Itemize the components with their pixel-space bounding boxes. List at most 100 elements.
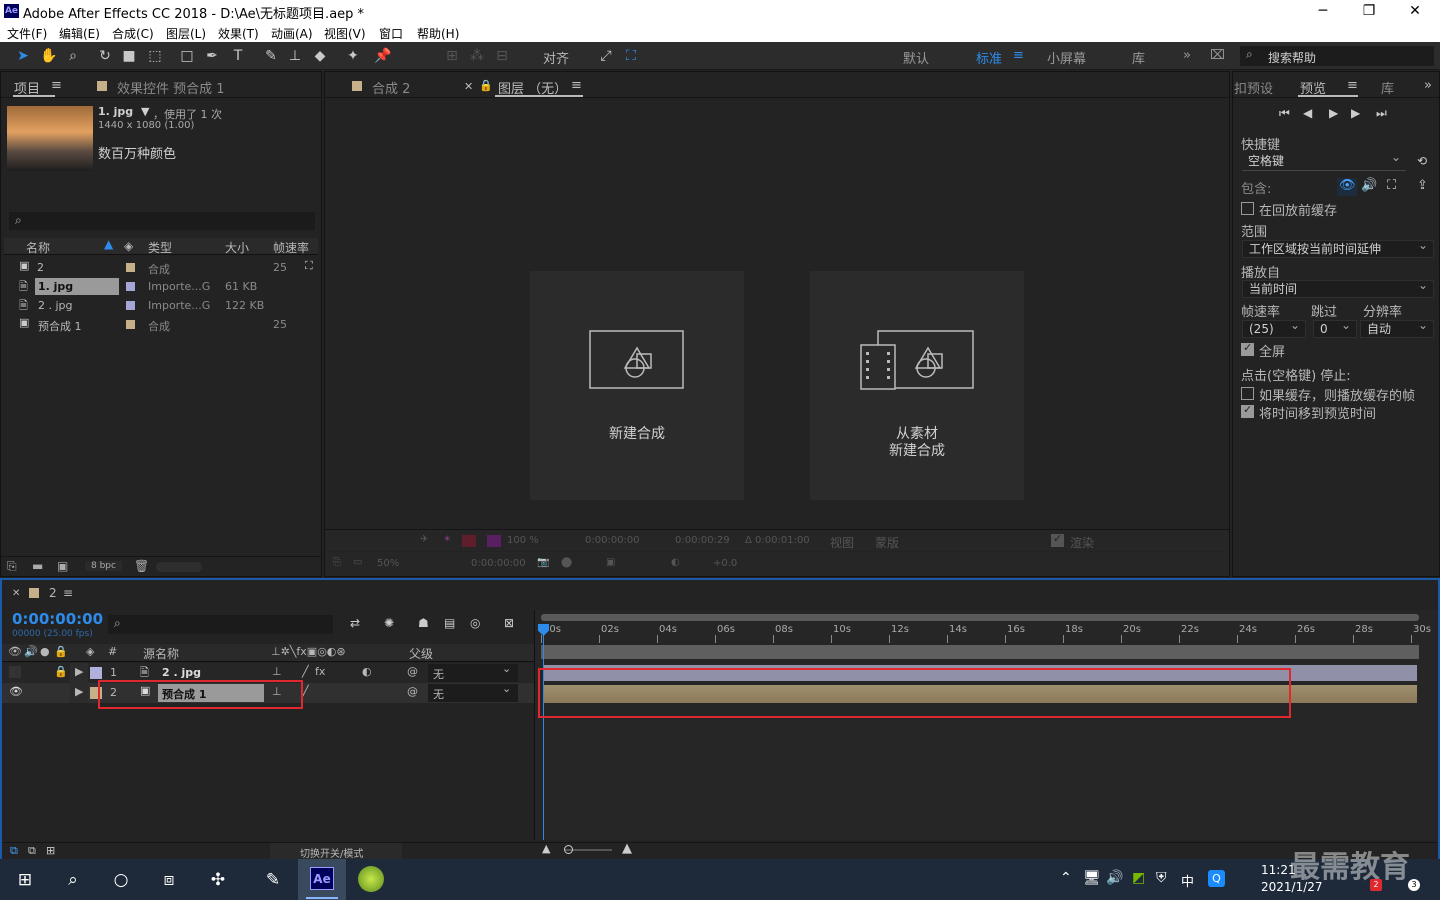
workspace-standard[interactable]: 标准 bbox=[976, 48, 1002, 67]
maximize-button[interactable]: ❐ bbox=[1354, 2, 1384, 20]
last-frame-icon[interactable]: ⏭ bbox=[1376, 106, 1387, 121]
snap-icon[interactable]: ⤢ bbox=[597, 47, 615, 65]
monitor-icon[interactable]: ▭ bbox=[353, 557, 362, 568]
always-preview-icon[interactable]: ⎘ bbox=[333, 557, 341, 568]
shy-icon[interactable]: ☗ bbox=[418, 616, 429, 630]
exposure-icon[interactable]: ◐ bbox=[671, 557, 680, 568]
col-size[interactable]: 大小 bbox=[225, 239, 249, 256]
fullscreen-checkbox[interactable] bbox=[1241, 341, 1254, 356]
green-app-icon[interactable] bbox=[358, 866, 384, 892]
draft-3d-icon[interactable]: ✺ bbox=[384, 616, 394, 630]
video-switch[interactable] bbox=[9, 666, 21, 678]
cached-frames-checkbox[interactable] bbox=[1241, 387, 1254, 400]
play-icon[interactable]: ▶ bbox=[1329, 106, 1338, 120]
menu-file[interactable]: 文件(F) bbox=[7, 25, 47, 42]
render-checkbox[interactable] bbox=[1051, 532, 1064, 547]
play-from-dropdown[interactable]: 当前时间 bbox=[1242, 277, 1434, 298]
move-time-checkbox[interactable] bbox=[1241, 403, 1254, 418]
help-search-input[interactable]: ⌕ 搜索帮助 bbox=[1240, 46, 1434, 66]
col-parent[interactable]: 父级 bbox=[409, 645, 433, 662]
toggle-switches-modes-button[interactable]: 切换开关/模式 bbox=[270, 843, 402, 860]
workspace-library[interactable]: 库 bbox=[1132, 48, 1145, 67]
tab-effect-controls[interactable]: 效果控件 预合成 1 bbox=[117, 78, 225, 97]
windows-start-icon[interactable]: ⊞ bbox=[12, 867, 38, 893]
menu-animation[interactable]: 动画(A) bbox=[271, 25, 313, 42]
new-comp-icon[interactable]: ▣ bbox=[57, 559, 68, 573]
mask-icon[interactable]: ✶ bbox=[443, 534, 451, 545]
pan-behind-tool-icon[interactable]: ⬚ bbox=[146, 47, 164, 65]
clone-stamp-tool-icon[interactable]: ⊥ bbox=[286, 47, 304, 65]
list-item[interactable]: 🗎 1. jpg Importe...G 61 KB bbox=[7, 277, 317, 296]
range-dropdown[interactable]: 工作区域按当前时间延伸 bbox=[1242, 237, 1434, 258]
rotate-tool-icon[interactable]: ↻ bbox=[96, 47, 114, 65]
after-effects-taskbar-icon[interactable]: Ae bbox=[310, 867, 334, 890]
pinwheel-app-icon[interactable]: ✣ bbox=[205, 867, 231, 893]
reset-icon[interactable]: ⟲ bbox=[1417, 154, 1427, 168]
show-channel-icon[interactable]: ⬤ bbox=[561, 557, 572, 568]
new-composition-card[interactable]: 新建合成 bbox=[530, 271, 744, 500]
prev-frame-icon[interactable]: ◀ bbox=[1303, 106, 1312, 120]
lock-icon[interactable]: 🔒 bbox=[479, 79, 493, 92]
current-timecode[interactable]: 0:00:00:00 bbox=[12, 610, 103, 628]
more-workspaces-icon[interactable]: » bbox=[1183, 48, 1191, 63]
col-source-name[interactable]: 源名称 bbox=[143, 645, 179, 662]
in-time[interactable]: 0:00:00:00 bbox=[585, 535, 640, 546]
interpret-footage-icon[interactable]: ⎘ bbox=[7, 559, 17, 574]
fx-icon[interactable]: fx bbox=[315, 665, 325, 678]
resolution-dropdown[interactable]: 自动 bbox=[1360, 317, 1434, 338]
chevron-down-icon[interactable]: ▼ bbox=[141, 105, 149, 118]
next-frame-icon[interactable]: ▶ bbox=[1351, 106, 1360, 120]
minimize-button[interactable]: ─ bbox=[1308, 2, 1338, 20]
roto-brush-tool-icon[interactable]: ✦ bbox=[344, 47, 362, 65]
cache-checkbox[interactable] bbox=[1241, 202, 1254, 215]
zoom-in-icon[interactable]: ▲ bbox=[622, 841, 632, 856]
pickwhip-icon[interactable]: @ bbox=[407, 665, 418, 678]
preview-menu-icon[interactable]: ≡ bbox=[1347, 78, 1358, 93]
graph-editor-icon[interactable]: ⊠ bbox=[504, 616, 514, 630]
layer-switches-icon[interactable]: ⧉ bbox=[10, 844, 18, 858]
first-frame-icon[interactable]: ⏮ bbox=[1279, 106, 1290, 121]
comp-mini-flowchart-icon[interactable]: ⇄ bbox=[350, 616, 360, 630]
snap-bounds-icon[interactable]: ⛶ bbox=[622, 47, 640, 65]
tray-up-arrow-icon[interactable]: ⌃ bbox=[1060, 870, 1072, 886]
new-folder-icon[interactable]: ▬ bbox=[32, 559, 43, 573]
pickwhip-icon[interactable]: @ bbox=[407, 685, 418, 698]
thumbnail-slider[interactable] bbox=[156, 562, 202, 572]
menu-effect[interactable]: 效果(T) bbox=[218, 25, 259, 42]
parent-dropdown[interactable]: 无 ⌄ bbox=[428, 662, 518, 682]
col-type[interactable]: 类型 bbox=[148, 239, 172, 256]
zoom-out-icon[interactable]: ▲ bbox=[542, 842, 550, 855]
work-area-span[interactable] bbox=[541, 645, 1419, 659]
action-center-badge[interactable]: 3 bbox=[1408, 879, 1420, 891]
type-tool-icon[interactable]: T bbox=[229, 47, 247, 65]
audio-icon[interactable]: 🔊 bbox=[1361, 178, 1377, 193]
menu-view[interactable]: 视图(V) bbox=[324, 25, 366, 42]
volume-icon[interactable]: 🔊 bbox=[1106, 870, 1123, 886]
close-icon[interactable]: ✕ bbox=[12, 588, 20, 599]
walk-icon[interactable]: ✈ bbox=[420, 534, 428, 545]
menu-composition[interactable]: 合成(C) bbox=[112, 25, 154, 42]
view-label[interactable]: 视图 bbox=[830, 534, 854, 551]
col-name[interactable]: 名称 bbox=[26, 239, 50, 256]
mask-dropdown[interactable]: 蒙版 bbox=[875, 534, 899, 551]
list-item[interactable]: ▣ 预合成 1 合成 25 bbox=[7, 315, 317, 334]
network-icon[interactable]: 🖥 bbox=[1083, 870, 1101, 886]
zoom-slider-handle[interactable] bbox=[564, 845, 573, 854]
timeline-menu-icon[interactable]: ≡ bbox=[63, 586, 73, 600]
new-comp-from-footage-card[interactable]: 从素材 新建合成 bbox=[810, 271, 1024, 500]
nvidia-icon[interactable]: ◩ bbox=[1132, 870, 1145, 886]
menu-window[interactable]: 窗口 bbox=[379, 25, 403, 42]
transfer-controls-icon[interactable]: ⧉ bbox=[28, 844, 36, 858]
project-search-input[interactable]: ⌕ bbox=[9, 212, 315, 230]
pen-tool-icon[interactable]: ✒ bbox=[203, 47, 221, 65]
eraser-tool-icon[interactable]: ◆ bbox=[311, 47, 329, 65]
camera-tool-icon[interactable]: ■ bbox=[120, 47, 138, 65]
frame-blending-icon[interactable]: ▤ bbox=[444, 616, 455, 630]
tab-effects-presets[interactable]: 扣预设 bbox=[1234, 78, 1273, 97]
exposure-value[interactable]: +0.0 bbox=[713, 558, 737, 569]
purple-swatch-icon[interactable] bbox=[487, 535, 501, 547]
flowchart-icon[interactable]: ⛶ bbox=[305, 259, 313, 273]
list-item[interactable]: ▣ 2 合成 25 ⛶ bbox=[7, 258, 317, 277]
eye-icon[interactable]: 👁 bbox=[9, 685, 23, 698]
cortana-icon[interactable]: ○ bbox=[108, 867, 134, 893]
